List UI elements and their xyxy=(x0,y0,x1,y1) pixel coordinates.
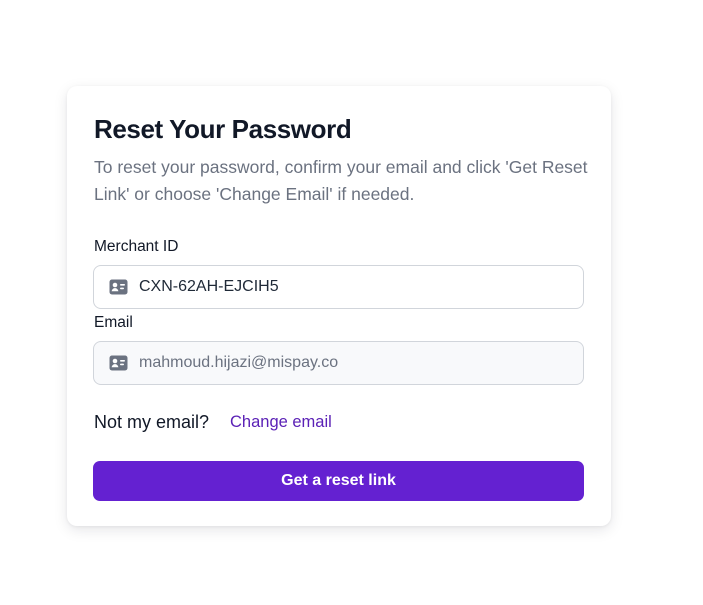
reset-password-card: Reset Your Password To reset your passwo… xyxy=(67,86,611,526)
merchant-id-label: Merchant ID xyxy=(94,238,179,255)
page-title: Reset Your Password xyxy=(94,114,352,144)
merchant-id-value: CXN-62AH-EJCIH5 xyxy=(139,278,279,295)
merchant-id-field[interactable]: CXN-62AH-EJCIH5 xyxy=(93,265,584,309)
id-card-icon xyxy=(109,279,128,295)
email-label: Email xyxy=(94,314,133,331)
get-reset-link-button[interactable]: Get a reset link xyxy=(93,461,584,501)
id-card-icon xyxy=(109,355,128,371)
page-subtitle: To reset your password, confirm your ema… xyxy=(94,157,588,204)
not-my-email-text: Not my email? xyxy=(94,412,210,432)
email-value: mahmoud.hijazi@mispay.co xyxy=(139,354,339,371)
change-email-link[interactable]: Change email xyxy=(230,413,332,432)
email-field[interactable]: mahmoud.hijazi@mispay.co xyxy=(93,341,584,385)
